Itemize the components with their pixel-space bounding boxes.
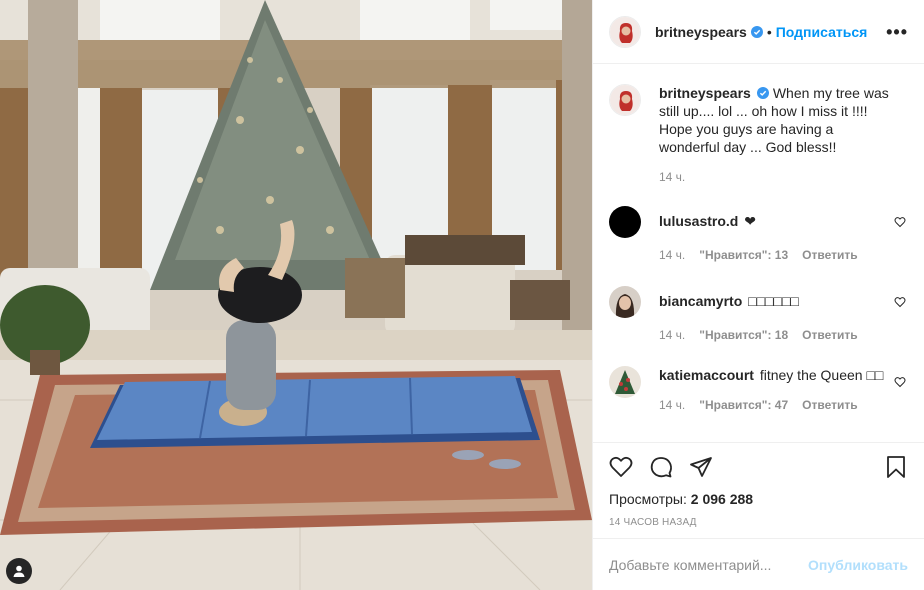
comment-meta: 14 ч. "Нравится": 18 Ответить (659, 326, 897, 344)
comment-time[interactable]: 14 ч. (659, 396, 685, 414)
caption-author-avatar[interactable] (609, 84, 641, 116)
verified-badge-icon (750, 25, 763, 38)
comment-username[interactable]: katiemaccourt (659, 367, 754, 383)
comment-likes[interactable]: "Нравится": 13 (699, 246, 788, 264)
comment-bubble-icon[interactable] (649, 455, 673, 479)
comment-time[interactable]: 14 ч. (659, 246, 685, 264)
separator-dot: • (766, 23, 772, 40)
comment-likes[interactable]: "Нравится": 47 (699, 396, 788, 414)
bookmark-icon[interactable] (884, 455, 908, 479)
comment-item: biancamyrto □□□□□□ 14 ч. "Нравится": 18 … (609, 286, 908, 344)
heart-icon[interactable] (609, 455, 633, 479)
comment-avatar[interactable] (609, 286, 641, 318)
post-timestamp[interactable]: 14 ЧАСОВ НАЗАД (609, 517, 908, 528)
comment-reply-button[interactable]: Ответить (802, 396, 857, 414)
video-frame-image (0, 0, 592, 590)
post-side-panel: britneyspears • Подписаться ••• britneys… (592, 0, 924, 590)
comment-username[interactable]: lulusastro.d (659, 213, 738, 229)
follow-button[interactable]: Подписаться (776, 24, 868, 40)
comment-like-icon[interactable] (894, 296, 906, 308)
author-username[interactable]: britneyspears (655, 24, 747, 40)
post-caption: britneyspears When my tree was still up..… (609, 84, 908, 186)
comment-time[interactable]: 14 ч. (659, 326, 685, 344)
comment-meta: 14 ч. "Нравится": 47 Ответить (659, 396, 897, 414)
views-count[interactable]: Просмотры: 2 096 288 (609, 491, 908, 507)
post-header: britneyspears • Подписаться ••• (593, 0, 924, 64)
comment-input[interactable] (609, 556, 809, 573)
caption-time[interactable]: 14 ч. (659, 168, 685, 186)
comment-text: fitney the Queen □□ (759, 367, 884, 383)
views-label: Просмотры: (609, 491, 687, 507)
caption-username[interactable]: britneyspears (659, 85, 751, 101)
comment-avatar[interactable] (609, 366, 641, 398)
views-value: 2 096 288 (690, 491, 754, 507)
comment-reply-button[interactable]: Ответить (802, 326, 857, 344)
comment-text: □□□□□□ (748, 293, 799, 309)
verified-badge-icon (756, 87, 769, 99)
comment-text: ❤ (744, 213, 756, 229)
more-options-icon[interactable]: ••• (886, 23, 908, 41)
author-avatar[interactable] (609, 15, 641, 48)
user-tag-icon[interactable] (6, 558, 32, 584)
comment-item: katiemaccourt fitney the Queen □□ 14 ч. … (609, 366, 908, 414)
comment-composer: Опубликовать (593, 538, 924, 590)
action-icons (609, 453, 908, 481)
instagram-post-modal: britneyspears • Подписаться ••• britneys… (0, 0, 924, 590)
comment-reply-button[interactable]: Ответить (802, 246, 857, 264)
publish-comment-button[interactable]: Опубликовать (808, 557, 908, 573)
caption-meta: 14 ч. (659, 168, 897, 186)
comments-list: britneyspears When my tree was still up..… (593, 64, 924, 442)
post-video[interactable] (0, 0, 592, 590)
caption-text-line: britneyspears When my tree was still up..… (659, 84, 897, 156)
comment-username[interactable]: biancamyrto (659, 293, 742, 309)
comment-like-icon[interactable] (894, 376, 906, 388)
comment-meta: 14 ч. "Нравится": 13 Ответить (659, 246, 897, 264)
comment-likes[interactable]: "Нравится": 18 (699, 326, 788, 344)
paper-plane-icon[interactable] (689, 455, 713, 479)
comment-avatar[interactable] (609, 206, 641, 238)
comment-like-icon[interactable] (894, 216, 906, 228)
post-actions: Просмотры: 2 096 288 14 ЧАСОВ НАЗАД (593, 442, 924, 538)
comment-item: lulusastro.d ❤ 14 ч. "Нравится": 13 Отве… (609, 206, 908, 264)
